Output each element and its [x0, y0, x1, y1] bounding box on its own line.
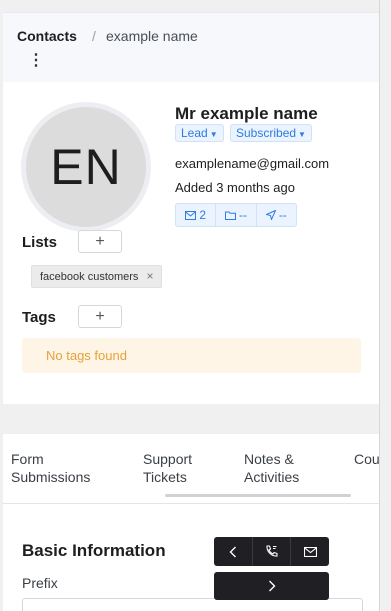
breadcrumb-contacts[interactable]: Contacts — [17, 28, 77, 44]
contact-email[interactable]: examplename@gmail.com — [175, 156, 329, 171]
mail-icon — [185, 210, 197, 220]
avatar: EN — [26, 107, 146, 227]
tab-divider — [3, 503, 379, 504]
folder-icon — [224, 211, 236, 220]
tab-scrollbar[interactable] — [165, 494, 351, 497]
next-button[interactable] — [214, 572, 329, 600]
tab-custom[interactable]: Cou — [354, 450, 380, 468]
email-button[interactable] — [291, 537, 329, 566]
previous-button[interactable] — [214, 537, 253, 566]
stat-sent-value: -- — [278, 208, 287, 222]
add-tag-button[interactable]: + — [78, 305, 122, 328]
status-label: Subscribed — [236, 126, 297, 140]
stat-emails-value: 2 — [199, 208, 206, 222]
list-chip: facebook customers × — [31, 265, 163, 288]
lifecycle-label: Lead — [181, 126, 208, 140]
chevron-right-icon — [268, 580, 275, 592]
tab-support-tickets[interactable]: Support Tickets — [143, 450, 213, 486]
remove-list-icon[interactable]: × — [146, 269, 153, 283]
stat-files-value: -- — [238, 208, 247, 222]
status-dropdown[interactable]: Subscribed ▼ — [230, 124, 312, 142]
stat-emails[interactable]: 2 — [176, 204, 217, 226]
page-edge — [380, 0, 391, 611]
list-chip-label: facebook customers — [40, 271, 139, 283]
chevron-left-icon — [229, 546, 236, 557]
page-header — [3, 12, 379, 82]
floating-toolbar — [214, 537, 329, 566]
contact-name: Mr example name — [175, 104, 318, 123]
edge-divider — [379, 0, 380, 611]
lifecycle-dropdown[interactable]: Lead ▼ — [175, 124, 224, 142]
stat-sent[interactable]: -- — [257, 204, 296, 226]
tab-notes-activities[interactable]: Notes & Activities — [244, 450, 324, 486]
breadcrumb-separator: / — [92, 28, 96, 44]
lists-title: Lists — [22, 234, 58, 251]
activity-stats: 2 -- -- — [175, 203, 297, 227]
caret-down-icon: ▼ — [209, 130, 218, 139]
breadcrumb-current: example name — [106, 28, 198, 44]
tab-form-submissions[interactable]: Form Submissions — [11, 450, 121, 486]
send-icon — [265, 210, 276, 220]
more-options-icon[interactable]: ⋮ — [28, 53, 44, 71]
phone-icon — [266, 545, 278, 557]
prefix-label: Prefix — [22, 575, 58, 591]
add-list-button[interactable]: + — [78, 230, 122, 253]
caret-down-icon: ▼ — [298, 130, 306, 139]
no-tags-text: No tags found — [46, 348, 127, 363]
tags-title: Tags — [22, 309, 56, 326]
added-date: Added 3 months ago — [175, 180, 295, 195]
call-button[interactable] — [253, 537, 292, 566]
stat-files[interactable]: -- — [216, 204, 257, 226]
basic-information-title: Basic Information — [22, 541, 166, 560]
mail-icon — [303, 546, 317, 557]
